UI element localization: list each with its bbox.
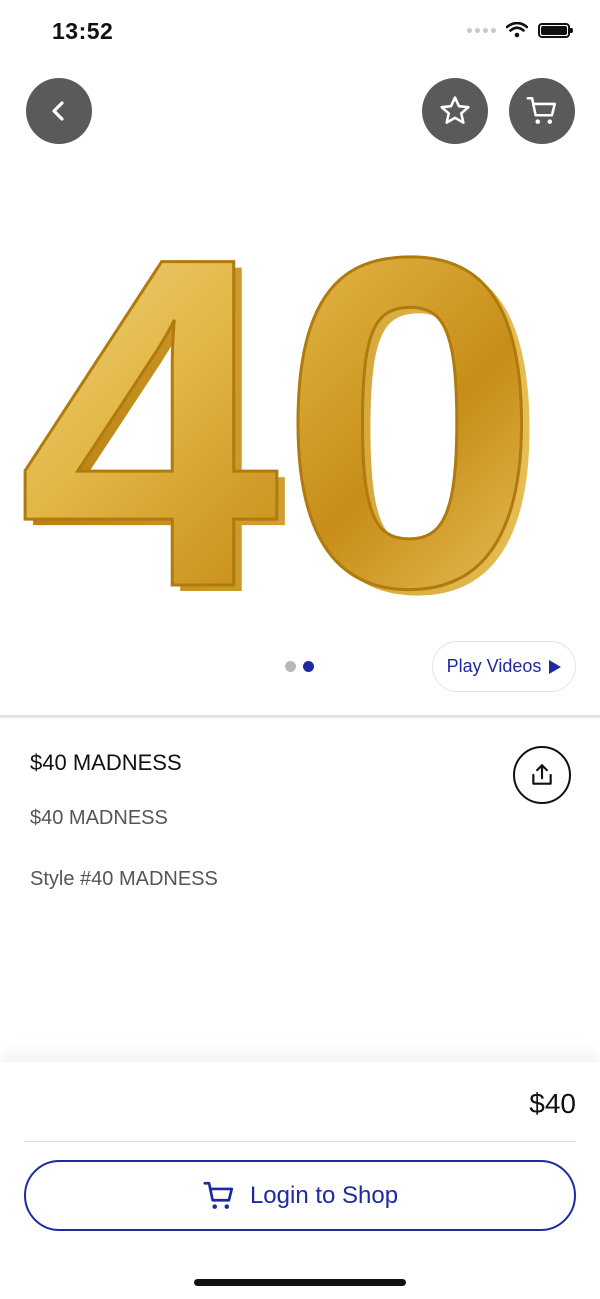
- chevron-left-icon: [52, 101, 64, 121]
- cart-button[interactable]: [509, 78, 575, 144]
- product-image[interactable]: 40 40: [0, 150, 600, 692]
- pager-dot[interactable]: [285, 661, 296, 672]
- status-time: 13:52: [52, 18, 114, 44]
- image-pager[interactable]: [285, 661, 314, 672]
- cart-icon: [203, 1181, 234, 1209]
- signal-icon: [467, 27, 496, 33]
- login-to-shop-button[interactable]: Login to Shop: [24, 1160, 576, 1231]
- status-bar: 13:52: [0, 0, 600, 66]
- play-icon: [549, 659, 562, 674]
- product-title: $40 MADNESS: [30, 750, 182, 775]
- product-style: Style #40 MADNESS: [30, 868, 218, 890]
- divider: [24, 1141, 576, 1142]
- share-icon: [532, 764, 552, 785]
- share-button[interactable]: [513, 746, 571, 804]
- status-icons: [467, 22, 573, 38]
- login-to-shop-label: Login to Shop: [249, 1181, 399, 1209]
- price: $40: [529, 1088, 576, 1119]
- back-button[interactable]: [26, 78, 92, 144]
- product-subtitle: $40 MADNESS: [30, 807, 168, 829]
- gold-40-image: 40 40: [17, 159, 549, 692]
- play-videos-button[interactable]: Play Videos: [432, 641, 576, 692]
- home-indicator[interactable]: [194, 1279, 406, 1286]
- play-videos-label: Play Videos: [446, 656, 542, 676]
- hero-digits: 40: [18, 160, 541, 630]
- wifi-icon: [506, 22, 528, 38]
- cart-icon: [526, 96, 557, 124]
- star-icon: [440, 96, 470, 124]
- battery-icon: [538, 22, 573, 38]
- pager-dot-active[interactable]: [303, 661, 314, 672]
- divider: [0, 715, 600, 718]
- favorite-button[interactable]: [422, 78, 488, 144]
